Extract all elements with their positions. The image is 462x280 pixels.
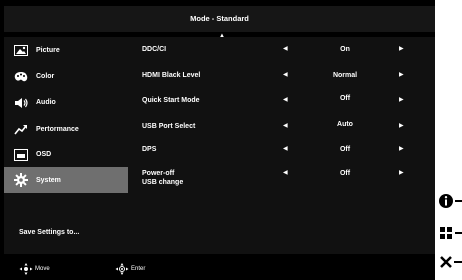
arrow-right-icon[interactable]: ▶	[399, 45, 404, 54]
setting-label: HDMI Black Level	[142, 72, 201, 79]
sidebar: Picture Color Audio Pertormance OSD Syst…	[4, 37, 128, 254]
palette-icon	[14, 71, 28, 83]
setting-value: Off	[339, 170, 351, 177]
gear-icon	[14, 173, 28, 187]
sidebar-item-label: Audio	[36, 99, 56, 106]
arrow-left-icon[interactable]: ◀	[283, 71, 288, 80]
setting-label: USB Port Select	[142, 123, 196, 130]
osd-icon	[14, 148, 28, 161]
sidebar-item-audio[interactable]: Audio	[4, 91, 128, 114]
sidebar-item-label: OSD	[36, 151, 52, 158]
joystick-enter-icon	[115, 263, 129, 275]
setting-value: Auto	[337, 121, 353, 128]
grid-icon	[440, 227, 462, 239]
arrow-right-icon[interactable]: ▶	[399, 145, 404, 154]
setting-value: On	[340, 46, 350, 53]
setting-value: Off	[339, 95, 351, 102]
setting-label-line2: USB change	[142, 179, 184, 186]
move-hint: Move	[19, 263, 50, 275]
sidebar-item-label: System	[36, 176, 61, 184]
save-settings-button[interactable]: Save Settings to...	[19, 228, 79, 238]
arrow-right-icon[interactable]: ▶	[399, 169, 404, 178]
close-button[interactable]	[438, 254, 462, 276]
joystick-move-icon	[19, 263, 33, 275]
footer-hints: Move Enter	[0, 256, 435, 280]
speaker-icon	[14, 97, 28, 109]
sidebar-item-osd[interactable]: OSD	[4, 143, 128, 166]
sidebar-item-label: Color	[36, 73, 55, 80]
picture-icon	[14, 45, 28, 57]
setting-label: Quick Start Mode	[142, 97, 200, 104]
setting-label-line1: Power-off	[142, 170, 175, 177]
enter-hint: Enter	[115, 263, 145, 275]
arrow-right-icon[interactable]: ▶	[399, 71, 404, 80]
setting-value: Off	[339, 146, 351, 153]
move-label: Move	[35, 266, 50, 272]
arrow-left-icon[interactable]: ◀	[283, 122, 288, 131]
setting-label: DDC/CI	[142, 46, 167, 53]
arrow-left-icon[interactable]: ◀	[283, 96, 288, 105]
info-button[interactable]	[438, 193, 462, 215]
page-title: Mode - Standard	[4, 6, 435, 32]
sidebar-item-label: Pertormance	[36, 126, 79, 133]
sidebar-item-label: Picture	[36, 47, 60, 54]
grid-button[interactable]	[438, 225, 462, 247]
info-icon	[439, 194, 462, 208]
arrow-left-icon[interactable]: ◀	[283, 145, 288, 154]
arrow-left-icon[interactable]: ◀	[283, 169, 288, 178]
close-icon	[440, 256, 462, 268]
sidebar-item-color[interactable]: Color	[4, 65, 128, 88]
performance-icon	[14, 124, 28, 136]
osd-menu: Mode - Standard ▲ Picture Color Audio Pe	[0, 0, 435, 280]
sidebar-item-picture[interactable]: Picture	[4, 39, 128, 62]
setting-value: Normal	[332, 72, 358, 79]
hardware-buttons	[436, 187, 462, 277]
arrow-right-icon[interactable]: ▶	[399, 122, 404, 131]
arrow-right-icon[interactable]: ▶	[399, 96, 404, 105]
arrow-left-icon[interactable]: ◀	[283, 45, 288, 54]
enter-label: Enter	[131, 266, 146, 272]
sidebar-item-system[interactable]: System	[4, 167, 128, 193]
sidebar-item-performance[interactable]: Pertormance	[4, 118, 128, 141]
setting-label: DPS	[142, 146, 157, 153]
